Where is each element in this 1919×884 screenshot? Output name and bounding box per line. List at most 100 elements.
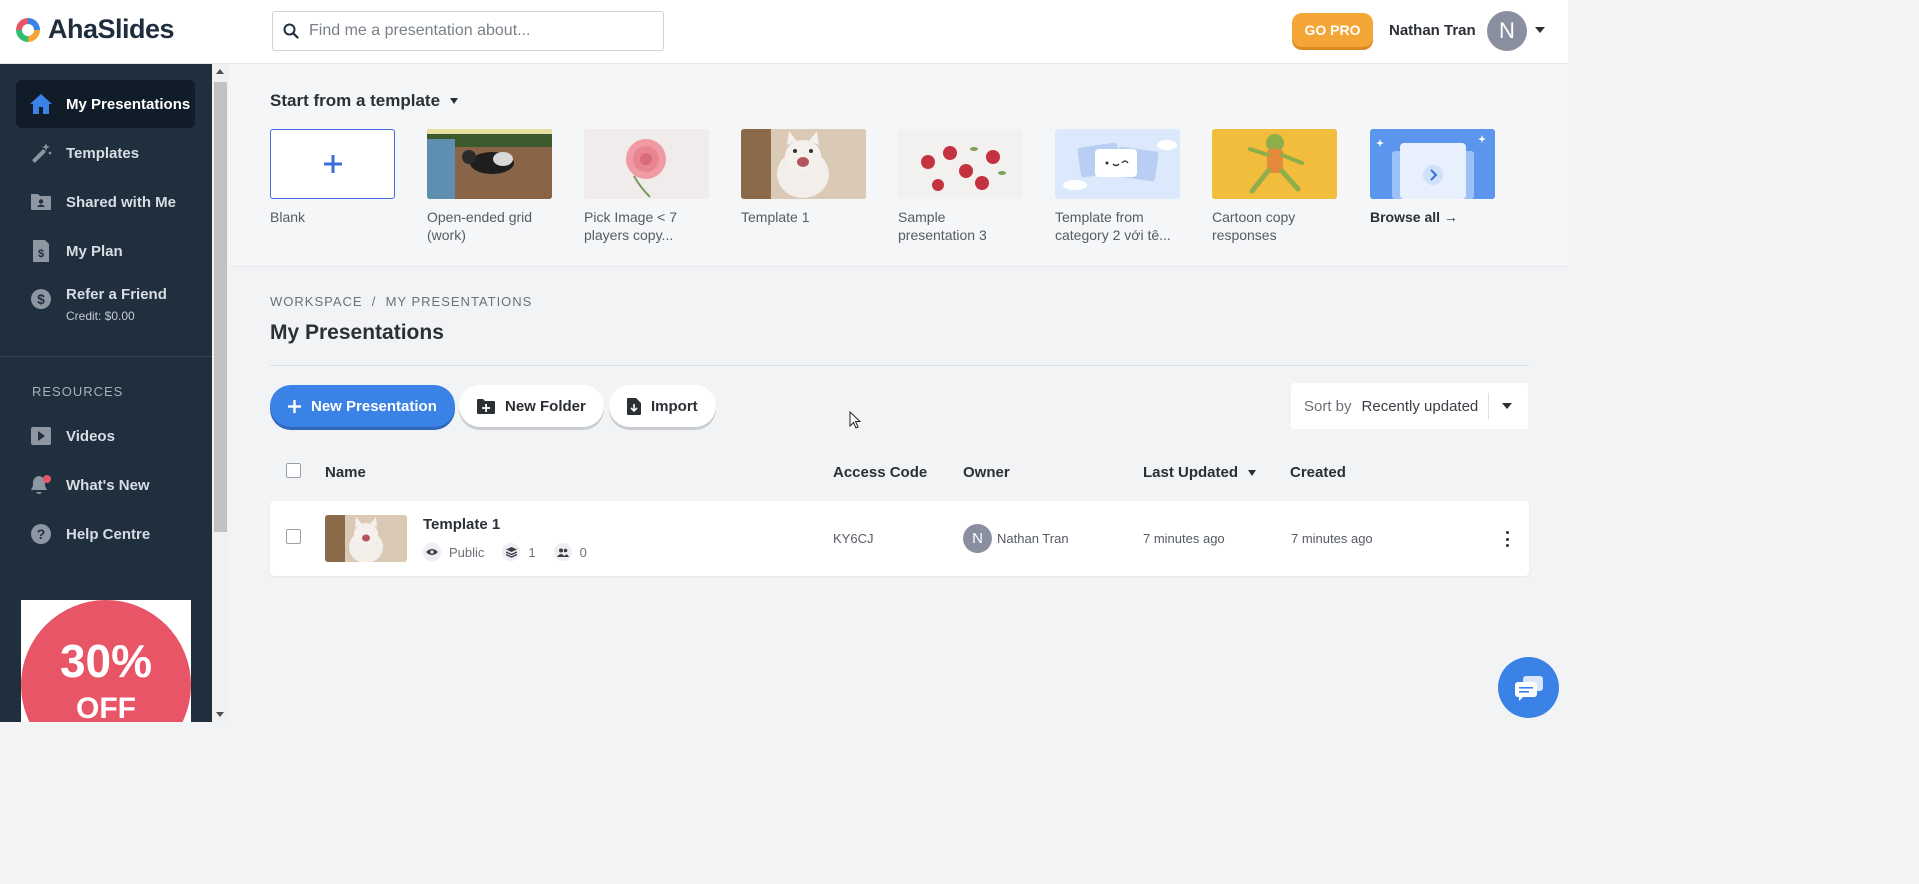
- new-presentation-button[interactable]: New Presentation: [270, 385, 455, 427]
- presentation-title[interactable]: Template 1: [423, 516, 500, 533]
- video-icon: [28, 423, 54, 449]
- layers-icon: [502, 543, 521, 561]
- sort-separator: [1488, 393, 1489, 419]
- import-label: Import: [651, 397, 698, 415]
- ahaslides-logo-icon: [16, 17, 40, 42]
- column-header-last-updated[interactable]: Last Updated: [1143, 464, 1257, 481]
- new-folder-label: New Folder: [505, 397, 586, 415]
- help-icon: ?: [28, 521, 54, 547]
- bell-icon: [28, 472, 54, 498]
- template-label: Template 1: [741, 209, 810, 225]
- template-card[interactable]: Template from category 2 với tê...: [1055, 129, 1180, 244]
- template-thumbnail: [584, 129, 709, 199]
- sidebar-item-refer-a-friend[interactable]: $ Refer a Friend Credit: $0.00: [16, 276, 195, 334]
- user-avatar[interactable]: N: [1487, 11, 1527, 51]
- access-code: KY6CJ: [833, 531, 874, 546]
- sidebar-item-whats-new[interactable]: What's New: [16, 461, 195, 509]
- row-checkbox[interactable]: [286, 529, 301, 544]
- chevron-down-icon[interactable]: [1502, 403, 1512, 409]
- user-menu-chevron-down-icon[interactable]: [1535, 27, 1545, 33]
- new-folder-button[interactable]: New Folder: [459, 385, 604, 427]
- sidebar-item-label: What's New: [66, 476, 150, 494]
- template-thumbnail: [898, 129, 1023, 199]
- template-card[interactable]: Sample presentation 3: [898, 129, 1023, 244]
- last-updated-label: Last Updated: [1143, 464, 1239, 481]
- column-header-created[interactable]: Created: [1290, 464, 1346, 481]
- dollar-icon: $: [28, 286, 54, 312]
- sidebar-item-label: Refer a Friend: [66, 286, 167, 303]
- folder-plus-icon: [477, 398, 495, 414]
- chat-support-button[interactable]: [1498, 657, 1559, 718]
- title-divider: [270, 365, 1529, 366]
- import-button[interactable]: Import: [609, 385, 716, 427]
- template-label: Sample presentation 3: [898, 209, 987, 243]
- sidebar-item-help-centre[interactable]: ? Help Centre: [16, 510, 195, 558]
- sidebar-item-templates[interactable]: Templates: [16, 129, 195, 177]
- browse-all-templates[interactable]: Browse all →: [1370, 129, 1495, 226]
- template-card-blank[interactable]: Blank: [270, 129, 395, 226]
- sidebar-divider: [0, 356, 212, 357]
- template-card[interactable]: Open-ended grid (work): [427, 129, 552, 244]
- column-header-access-code[interactable]: Access Code: [833, 464, 927, 481]
- template-label: Cartoon copy responses: [1212, 209, 1296, 243]
- template-strip: Start from a template Blank Open-ended g…: [229, 64, 1568, 267]
- promo-off: OFF: [76, 692, 136, 722]
- sidebar-item-label: My Plan: [66, 242, 123, 260]
- user-name[interactable]: Nathan Tran: [1389, 22, 1476, 39]
- promo-percent: 30%: [59, 635, 153, 687]
- template-card[interactable]: Pick Image < 7 players copy...: [584, 129, 709, 244]
- template-thumbnail: [427, 129, 552, 199]
- file-import-icon: [627, 397, 641, 415]
- sidebar-item-shared-with-me[interactable]: Shared with Me: [16, 178, 195, 226]
- search-icon: [283, 23, 299, 39]
- last-updated: 7 minutes ago: [1143, 531, 1225, 546]
- search-input[interactable]: [309, 22, 649, 40]
- sidebar-item-my-presentations[interactable]: My Presentations: [16, 80, 195, 128]
- owner-name: Nathan Tran: [997, 531, 1069, 546]
- presentation-meta: Public 1 0: [423, 543, 587, 561]
- sidebar-item-refer: Refer a Friend Credit: $0.00: [66, 286, 167, 323]
- column-header-owner[interactable]: Owner: [963, 464, 1010, 481]
- scroll-down-arrow-icon[interactable]: [216, 712, 224, 717]
- home-icon: [28, 91, 54, 117]
- referral-credit: Credit: $0.00: [66, 309, 135, 323]
- scroll-up-arrow-icon[interactable]: [216, 69, 224, 74]
- participant-count: 0: [579, 544, 587, 560]
- template-card[interactable]: Template 1: [741, 129, 866, 226]
- sidebar-item-label: My Presentations: [66, 95, 191, 113]
- sort-desc-icon: [1248, 469, 1257, 476]
- template-label: Pick Image < 7 players copy...: [584, 209, 677, 243]
- template-thumbnail: [1055, 129, 1180, 199]
- sidebar: My Presentations Templates Shared with M…: [0, 64, 212, 722]
- template-card[interactable]: Cartoon copy responses: [1212, 129, 1337, 244]
- sidebar-item-label: Templates: [66, 144, 140, 162]
- created: 7 minutes ago: [1291, 531, 1373, 546]
- presentation-thumbnail[interactable]: [325, 515, 407, 562]
- table-row[interactable]: Template 1 Public 1 0 KY6CJ N Nathan Tra…: [270, 501, 1529, 576]
- visibility-status: Public: [449, 544, 485, 560]
- template-section-title: Start from a template: [270, 91, 441, 110]
- go-pro-button[interactable]: GO PRO: [1292, 13, 1373, 47]
- plus-icon: [288, 399, 301, 413]
- select-all-checkbox[interactable]: [286, 463, 301, 478]
- template-thumbnail: [270, 129, 395, 199]
- receipt-icon: $: [28, 238, 54, 264]
- plus-icon: [323, 155, 342, 173]
- svg-text:?: ?: [37, 526, 46, 542]
- app-logo[interactable]: AhaSlides: [14, 14, 175, 45]
- sidebar-item-videos[interactable]: Videos: [16, 412, 195, 460]
- sidebar-scrollbar[interactable]: [212, 64, 229, 722]
- promo-banner[interactable]: 30% OFF: [21, 600, 191, 722]
- template-section-toggle[interactable]: Start from a template: [270, 91, 459, 111]
- column-header-name[interactable]: Name: [325, 464, 366, 481]
- search-box[interactable]: [272, 11, 664, 51]
- owner-avatar: N: [963, 524, 992, 553]
- sidebar-item-my-plan[interactable]: $ My Plan: [16, 227, 195, 275]
- scroll-thumb[interactable]: [214, 82, 227, 532]
- shared-folder-icon: [28, 189, 54, 215]
- sort-dropdown[interactable]: Sort by Recently updated: [1291, 383, 1528, 429]
- sidebar-item-label: Videos: [66, 427, 115, 445]
- svg-text:$: $: [37, 291, 45, 307]
- more-options-icon[interactable]: [1504, 531, 1510, 547]
- mouse-cursor-icon: [849, 411, 861, 429]
